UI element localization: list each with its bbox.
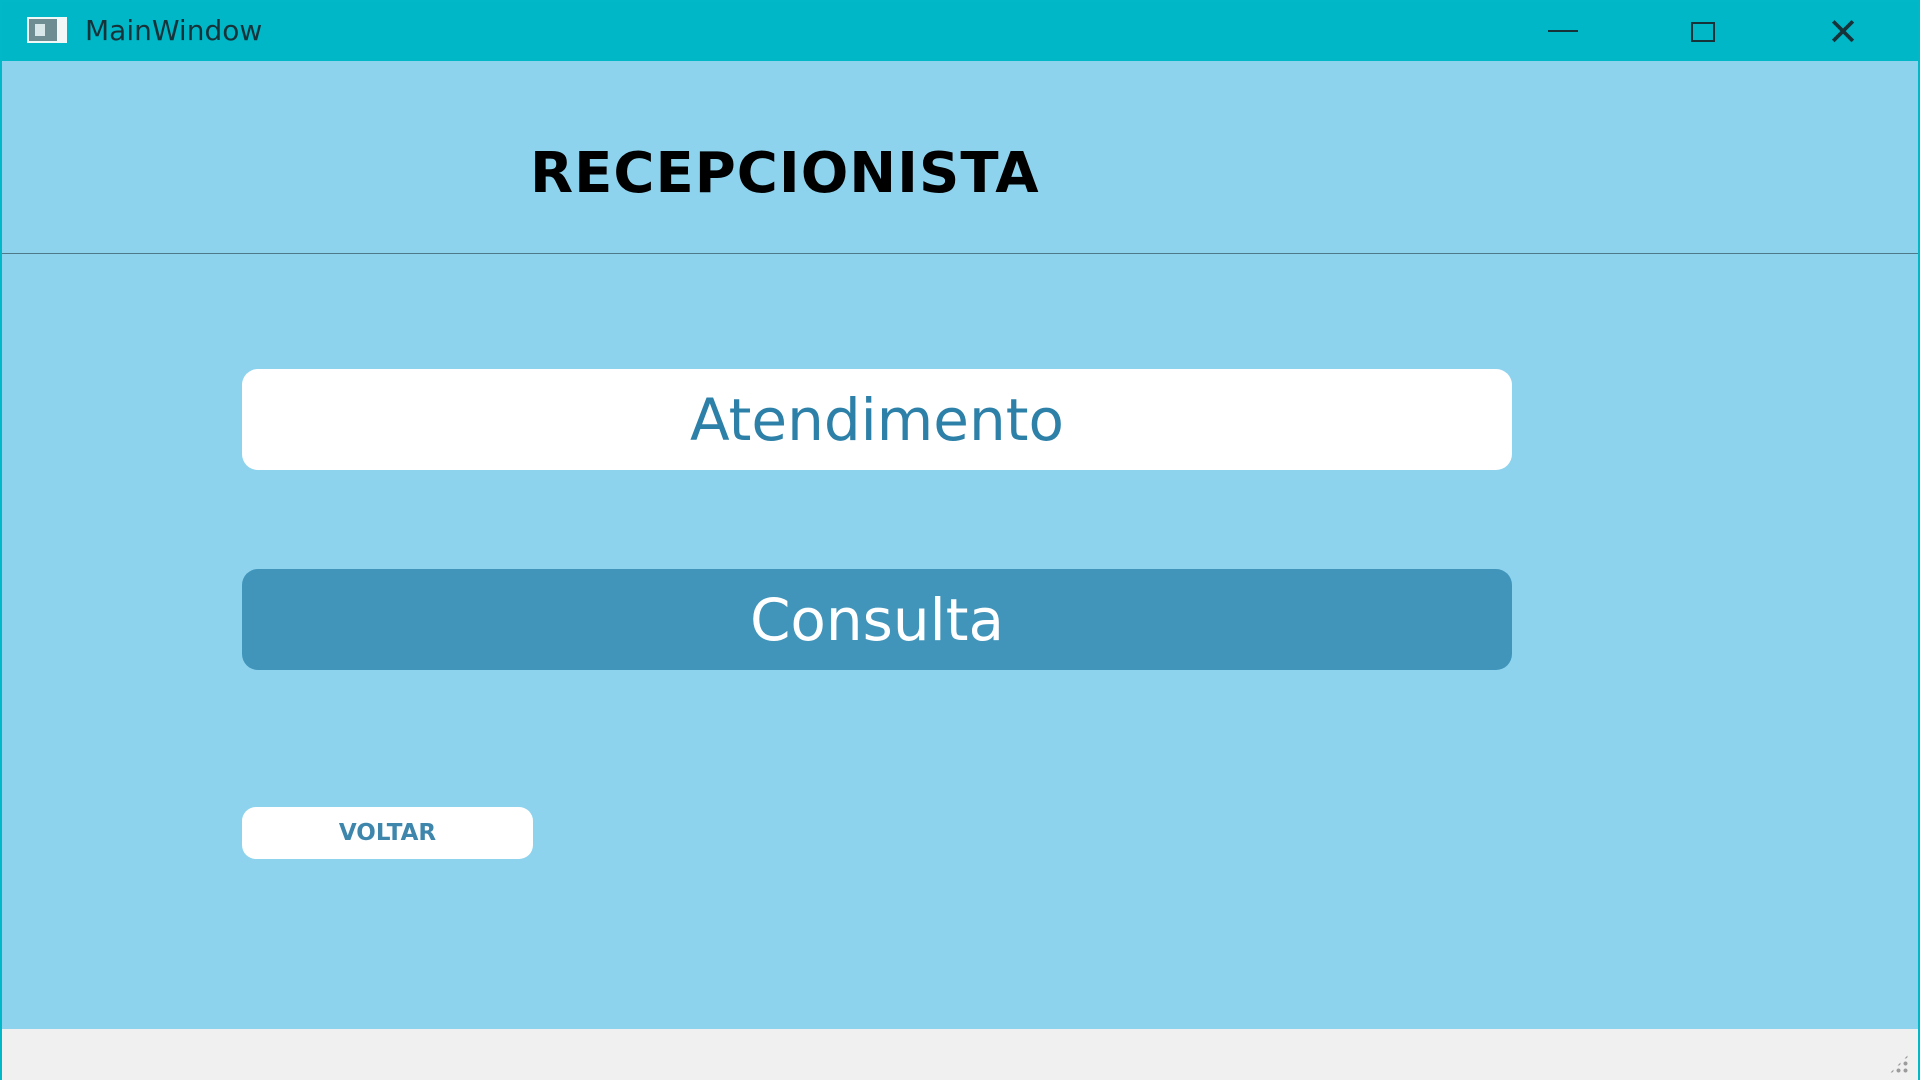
page-title: RECEPCIONISTA — [530, 141, 1040, 206]
size-grip-icon[interactable] — [1888, 1053, 1910, 1075]
minimize-icon — [1548, 29, 1578, 32]
close-icon: ✕ — [1827, 9, 1859, 54]
maximize-button[interactable] — [1633, 2, 1773, 61]
window-title: MainWindow — [85, 14, 263, 47]
header-divider — [2, 253, 1918, 254]
close-button[interactable]: ✕ — [1773, 2, 1913, 61]
status-bar — [2, 1029, 1918, 1080]
maximize-icon — [1691, 21, 1715, 42]
title-bar[interactable]: MainWindow ✕ — [2, 2, 1918, 61]
window-app-icon — [27, 17, 67, 43]
minimize-button[interactable] — [1493, 2, 1633, 61]
atendimento-button[interactable]: Atendimento — [242, 369, 1512, 470]
main-window: MainWindow ✕ RECEPCIONISTA Atendimento C… — [0, 0, 1920, 1080]
consulta-button[interactable]: Consulta — [242, 569, 1512, 670]
voltar-button[interactable]: VOLTAR — [242, 807, 533, 859]
